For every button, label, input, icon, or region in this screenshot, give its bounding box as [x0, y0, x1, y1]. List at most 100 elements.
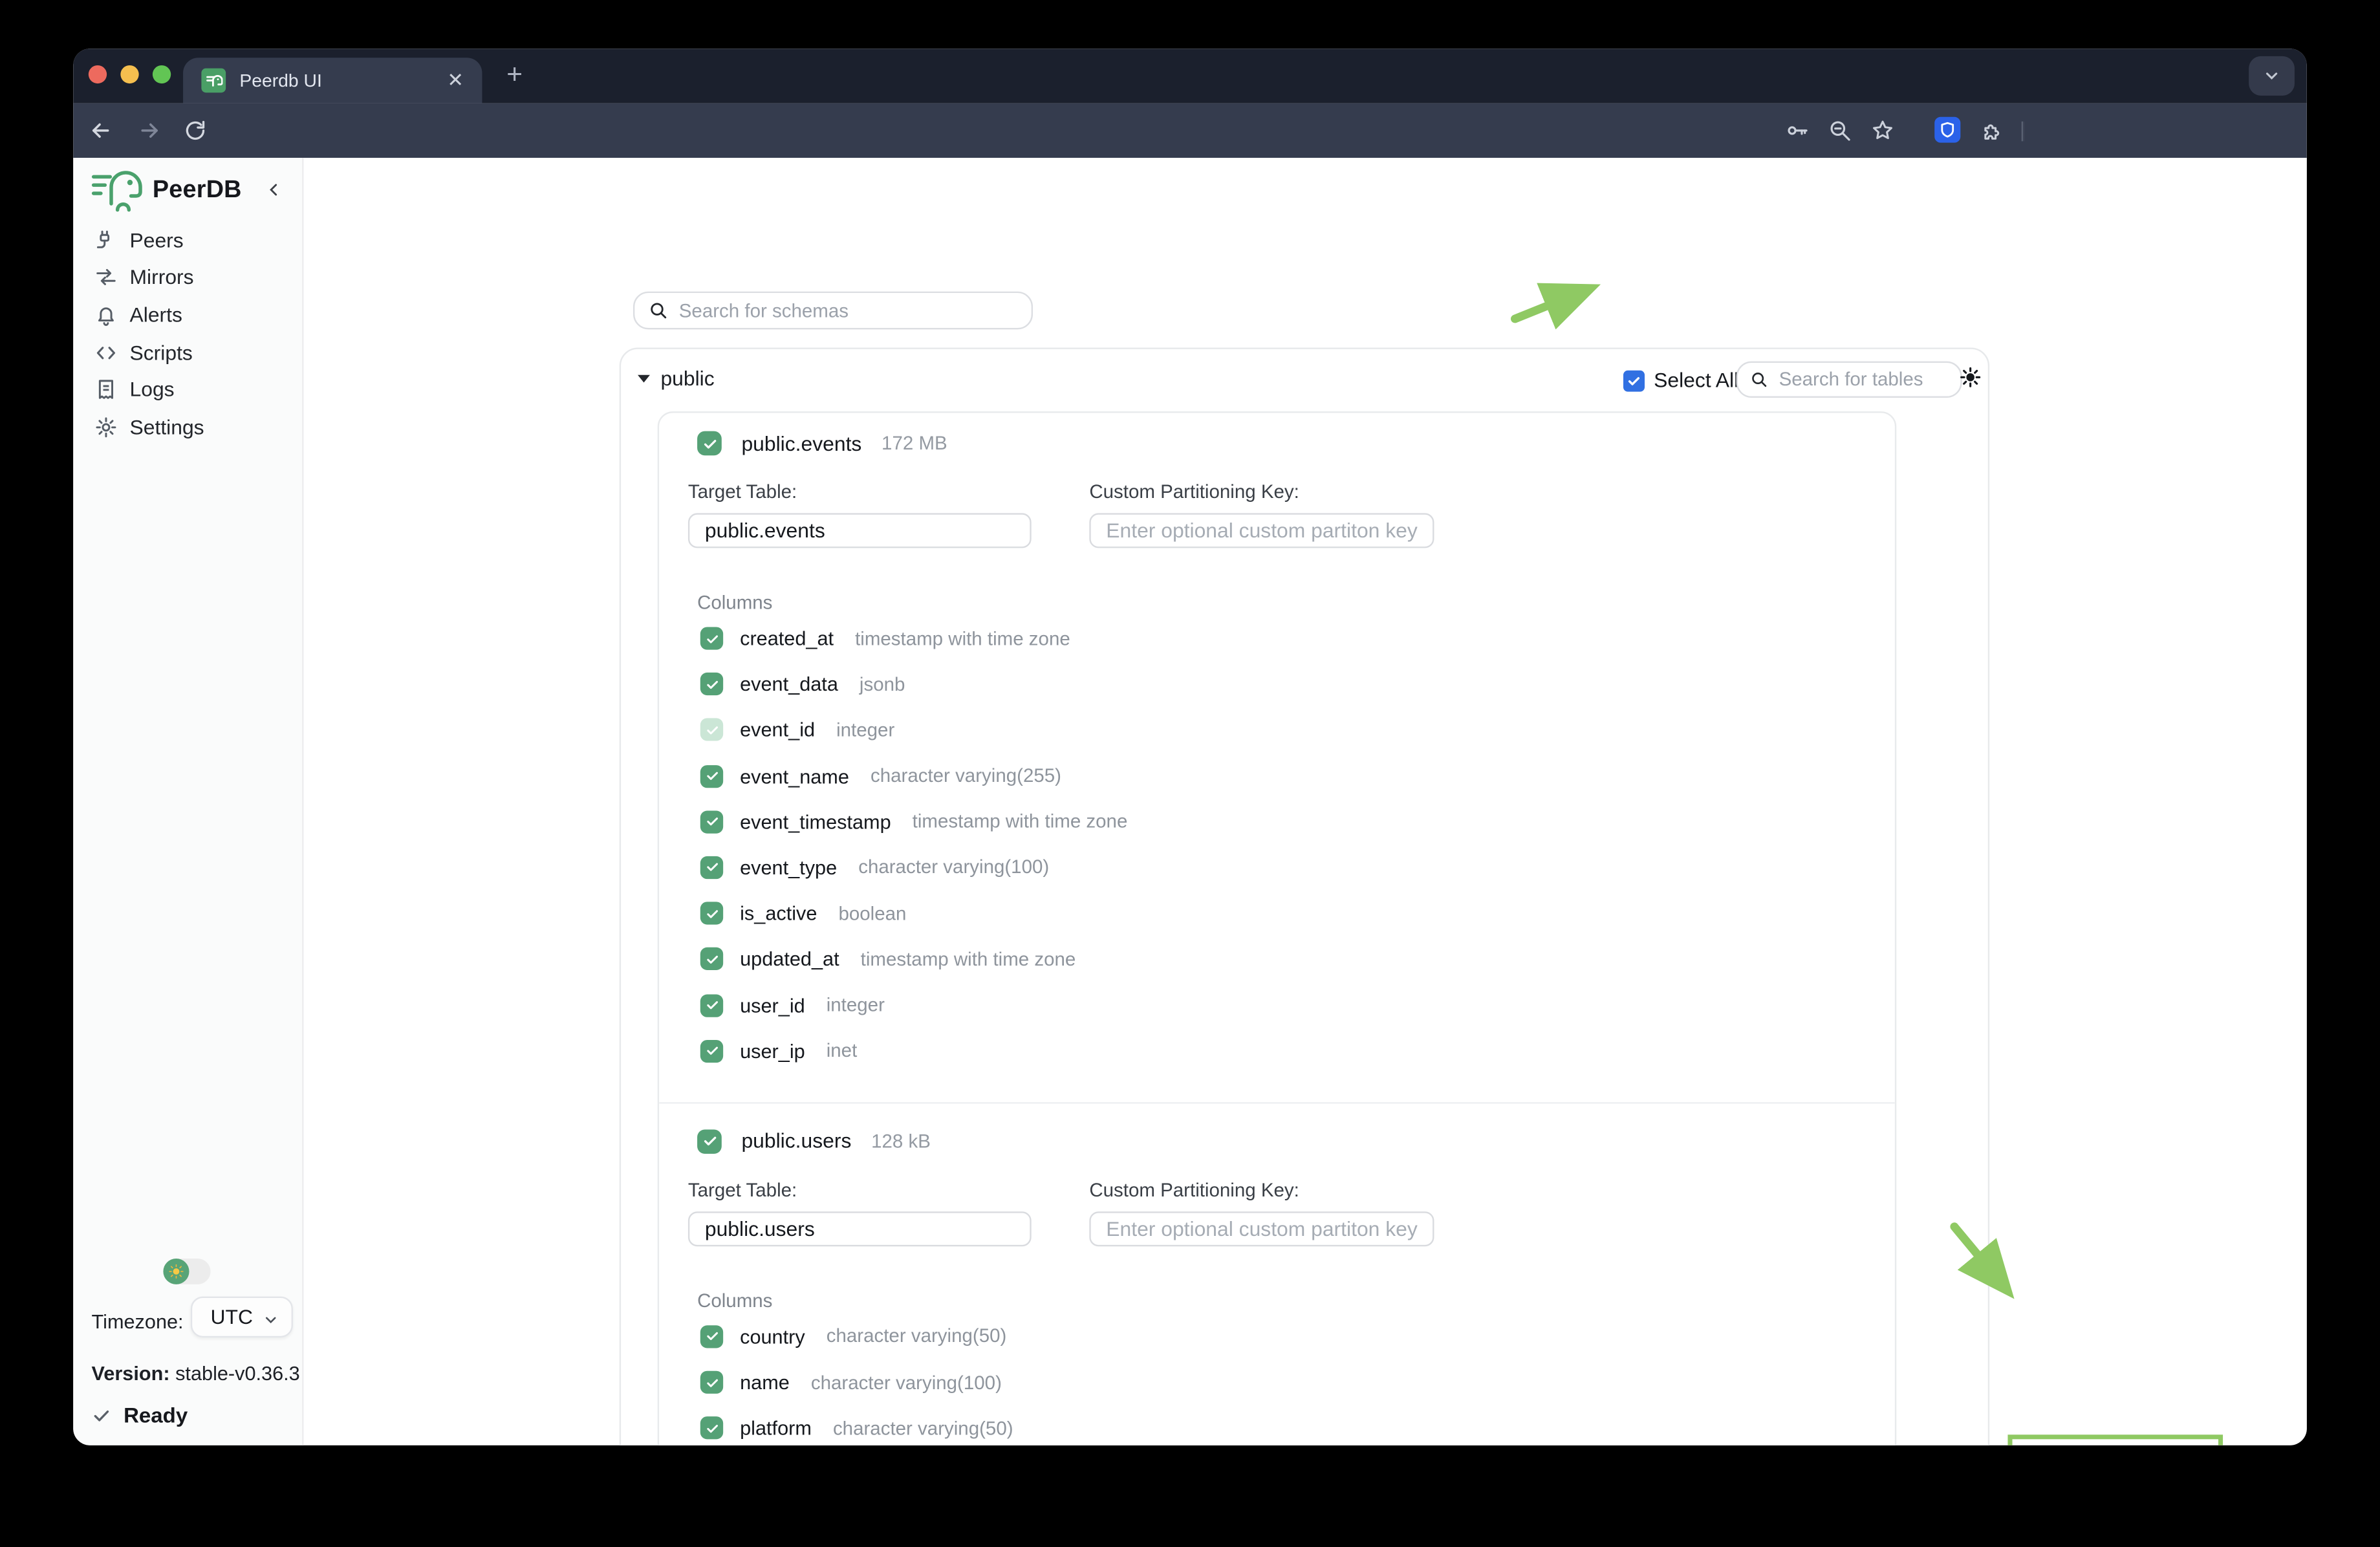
table-search-placeholder: Search for tables: [1779, 369, 1923, 390]
sidebar-item-mirrors[interactable]: Mirrors: [73, 259, 302, 296]
tab-title: Peerdb UI: [239, 70, 447, 91]
partition-key-input[interactable]: [1089, 513, 1434, 548]
column-row: event_data jsonb: [659, 673, 1895, 695]
target-table-input[interactable]: [688, 513, 1032, 548]
column-type: integer: [827, 995, 885, 1016]
column-row: event_name character varying(255): [659, 764, 1895, 787]
column-checkbox[interactable]: [700, 1325, 723, 1348]
bookmark-star-icon[interactable]: [1870, 118, 1895, 143]
chevron-down-icon: [2262, 67, 2280, 85]
theme-toggle[interactable]: [163, 1259, 210, 1284]
target-table-input[interactable]: [688, 1211, 1032, 1246]
close-window-button[interactable]: [89, 65, 107, 83]
column-checkbox[interactable]: [700, 764, 723, 787]
password-key-icon[interactable]: [1785, 118, 1810, 143]
column-checkbox[interactable]: [700, 1417, 723, 1440]
collapse-sidebar-icon[interactable]: [265, 178, 282, 202]
table-settings-gear-icon[interactable]: [1959, 366, 1982, 389]
check-icon: [704, 951, 720, 966]
column-checkbox[interactable]: [700, 627, 723, 649]
column-name: user_id: [740, 993, 805, 1016]
table-row: public.users 128 kB: [659, 1129, 1895, 1154]
column-checkbox[interactable]: [700, 673, 723, 695]
column-row: platform character varying(50): [659, 1417, 1895, 1440]
peerdb-favicon: [201, 69, 226, 93]
column-name: is_active: [740, 902, 817, 925]
check-icon: [704, 997, 720, 1012]
schema-name: public: [660, 367, 714, 390]
table-search-input[interactable]: Search for tables: [1736, 362, 1962, 398]
column-checkbox[interactable]: [700, 1039, 723, 1062]
column-row: is_active boolean: [659, 902, 1895, 925]
log-document-icon: [94, 378, 117, 401]
sun-icon: [163, 1259, 189, 1284]
select-all-control[interactable]: Select All: [1623, 369, 1738, 391]
back-icon[interactable]: [89, 118, 113, 143]
column-type: timestamp with time zone: [861, 949, 1076, 970]
column-checkbox[interactable]: [700, 856, 723, 879]
schema-toggle[interactable]: public: [638, 367, 715, 390]
column-checkbox[interactable]: [700, 719, 723, 741]
sidebar-item-settings[interactable]: Settings: [73, 408, 302, 446]
new-tab-button[interactable]: +: [506, 61, 523, 88]
tab-strip: Peerdb UI ✕ +: [73, 49, 2307, 103]
column-row: event_id integer: [659, 719, 1895, 741]
schema-search-input[interactable]: Search for schemas: [633, 292, 1033, 330]
column-type: inet: [827, 1040, 858, 1061]
minimize-window-button[interactable]: [120, 65, 138, 83]
toolbar-divider: [2022, 122, 2025, 142]
search-icon: [649, 301, 669, 321]
select-all-checkbox[interactable]: [1623, 370, 1645, 391]
check-icon: [704, 768, 720, 783]
table-name: public.events: [741, 432, 861, 455]
column-type: timestamp with time zone: [855, 628, 1070, 649]
partition-key-label: Custom Partitioning Key:: [1089, 481, 1434, 503]
schema-search-placeholder: Search for schemas: [679, 300, 849, 321]
column-name: name: [740, 1371, 790, 1394]
column-checkbox[interactable]: [700, 993, 723, 1016]
reload-icon[interactable]: [183, 118, 208, 143]
zoom-out-icon[interactable]: [1828, 118, 1852, 143]
status-ready: Ready: [92, 1403, 188, 1427]
screenshot-stage: Peerdb UI ✕ + Not Secure :3000/mirrors/c…: [0, 0, 2380, 1547]
timezone-value: UTC: [211, 1306, 253, 1328]
column-type: timestamp with time zone: [913, 811, 1128, 832]
column-checkbox[interactable]: [700, 948, 723, 971]
column-name: event_data: [740, 673, 838, 695]
arrows-mirror-icon: [94, 266, 117, 289]
table-checkbox[interactable]: [697, 431, 722, 456]
timezone-label: Timezone:: [92, 1310, 184, 1333]
sidebar-item-label: Peers: [130, 229, 184, 252]
annotation-arrow-select-all: [1515, 290, 1586, 319]
shield-extension-icon[interactable]: [1934, 117, 1960, 143]
check-icon: [701, 1133, 718, 1150]
zoom-window-button[interactable]: [153, 65, 171, 83]
check-icon: [704, 1375, 720, 1390]
browser-tab[interactable]: Peerdb UI ✕: [183, 58, 482, 103]
close-tab-icon[interactable]: ✕: [447, 69, 464, 93]
columns-list: created_at timestamp with time zone even…: [659, 627, 1895, 1062]
partition-key-input[interactable]: [1089, 1211, 1434, 1246]
timezone-select[interactable]: UTC: [191, 1297, 293, 1337]
column-checkbox[interactable]: [700, 902, 723, 925]
extensions-puzzle-icon[interactable]: [1980, 118, 2005, 143]
column-type: boolean: [838, 903, 906, 924]
sidebar-item-alerts[interactable]: Alerts: [73, 296, 302, 334]
column-type: character varying(255): [871, 765, 1061, 786]
column-name: country: [740, 1325, 805, 1348]
table-checkbox[interactable]: [697, 1129, 722, 1154]
column-name: event_timestamp: [740, 810, 891, 833]
forward-icon[interactable]: [137, 118, 162, 143]
tables-panel: public.events 172 MB Target Table: Custo…: [658, 411, 1897, 1445]
sidebar-item-scripts[interactable]: Scripts: [73, 334, 302, 371]
bell-icon: [94, 303, 117, 326]
column-checkbox[interactable]: [700, 810, 723, 833]
tables-list: public.events 172 MB Target Table: Custo…: [659, 413, 1895, 1445]
check-icon: [701, 435, 718, 452]
sidebar-item-logs[interactable]: Logs: [73, 371, 302, 409]
tab-search-button[interactable]: [2249, 56, 2295, 96]
target-table-label: Target Table:: [688, 481, 1089, 503]
sidebar-item-peers[interactable]: Peers: [73, 222, 302, 259]
column-name: updated_at: [740, 948, 839, 971]
column-checkbox[interactable]: [700, 1371, 723, 1394]
